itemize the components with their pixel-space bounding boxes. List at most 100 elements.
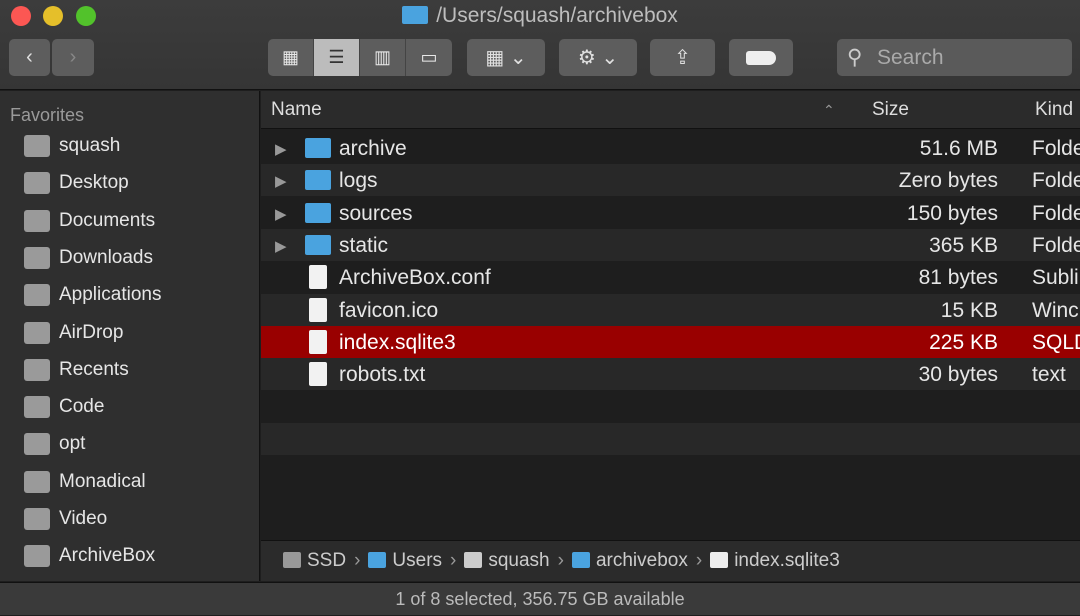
path-segment[interactable]: archivebox [571, 550, 688, 572]
path-segment[interactable]: index.sqlite3 [710, 550, 840, 572]
path-icon [710, 552, 729, 568]
path-icon [368, 552, 387, 568]
location-icon [24, 246, 50, 269]
file-name: sources [339, 201, 413, 225]
file-list: Name ⌃ Size Kind ▶ archive 51.6 MB Folde ▶ lo… [261, 91, 1080, 581]
table-row[interactable]: favicon.ico 15 KB Winc [261, 293, 1080, 326]
file-size: 51.6 MB [919, 137, 998, 160]
location-icon [24, 284, 50, 307]
file-kind: SQLD [1032, 330, 1080, 354]
column-size[interactable]: Size [872, 99, 909, 121]
sidebar-item-label: Desktop [59, 172, 129, 194]
file-kind: Subli [1032, 266, 1079, 290]
folder-icon [24, 545, 50, 568]
file-name: static [339, 233, 389, 257]
column-header: Name ⌃ Size Kind [261, 91, 1080, 129]
search-input[interactable]: ⚲ Search [837, 39, 1072, 76]
file-size: 365 KB [929, 233, 998, 257]
path-segment[interactable]: Users [368, 550, 442, 572]
file-icon [309, 265, 327, 290]
table-row[interactable]: ArchiveBox.conf 81 bytes Subli [261, 261, 1080, 293]
path-segment[interactable]: SSD [283, 550, 346, 572]
folder-icon [24, 470, 50, 493]
column-view-button[interactable]: ▥ [360, 39, 406, 76]
action-button[interactable]: ⚙ ⌄ [559, 39, 637, 76]
folder-icon [305, 170, 331, 191]
status-bar: 1 of 8 selected, 356.75 GB available [0, 582, 1080, 615]
sidebar-item-label: Downloads [59, 246, 153, 268]
sidebar: Favorites squash Desktop Documents Download… [0, 91, 260, 581]
disclosure-triangle-icon[interactable]: ▶ [275, 205, 287, 223]
sidebar-item-archivebox[interactable]: ArchiveBox [24, 541, 155, 571]
tag-button[interactable] [729, 39, 793, 76]
view-switcher: ▦ ☰ ▥ ▭ [268, 39, 452, 76]
sidebar-item-airdrop[interactable]: AirDrop [24, 318, 123, 348]
folder-icon [24, 433, 50, 456]
path-label: squash [488, 550, 550, 571]
location-icon [24, 172, 50, 195]
file-size: 30 bytes [918, 363, 998, 387]
table-row[interactable]: robots.txt 30 bytes text [261, 358, 1080, 391]
folder-icon [24, 396, 50, 419]
share-icon: ⇪ [674, 47, 691, 69]
disclosure-triangle-icon[interactable]: ▶ [275, 172, 287, 190]
file-size: 225 KB [929, 330, 998, 354]
sidebar-item-label: squash [59, 135, 121, 156]
location-icon [24, 209, 50, 232]
disclosure-triangle-icon[interactable]: ▶ [275, 140, 287, 158]
folder-icon [305, 202, 331, 223]
sidebar-item-code[interactable]: Code [24, 392, 104, 422]
disclosure-triangle-icon[interactable]: ▶ [275, 237, 287, 255]
sidebar-item-label: Video [59, 508, 108, 529]
search-placeholder: Search [877, 46, 944, 69]
sidebar-item-downloads[interactable]: Downloads [24, 243, 153, 273]
sidebar-item-label: opt [59, 433, 86, 455]
file-size: 15 KB [940, 298, 998, 322]
sidebar-item-applications[interactable]: Applications [24, 280, 161, 310]
path-icon [571, 552, 590, 568]
sidebar-item-label: AirDrop [59, 321, 124, 343]
table-row[interactable]: ▶ archive 51.6 MB Folde [261, 132, 1080, 164]
sidebar-item-desktop[interactable]: Desktop [24, 168, 129, 198]
search-icon: ⚲ [847, 46, 863, 69]
gallery-view-button[interactable]: ▭ [406, 39, 452, 76]
group-button[interactable]: ▦ ⌄ [467, 39, 545, 76]
file-size: 150 bytes [906, 201, 998, 225]
sidebar-item-documents[interactable]: Documents [24, 206, 155, 236]
sidebar-item-label: Applications [59, 284, 162, 306]
column-name[interactable]: Name [271, 99, 322, 121]
chevron-right-icon: › [695, 550, 703, 571]
icon-view-button[interactable]: ▦ [268, 39, 314, 76]
file-name: favicon.ico [339, 298, 439, 322]
table-row[interactable]: ▶ logs Zero bytes Folde [261, 164, 1080, 197]
column-kind[interactable]: Kind [1035, 99, 1073, 121]
sidebar-item-label: Code [59, 396, 105, 418]
sidebar-item-monadical[interactable]: Monadical [24, 467, 146, 497]
chevron-right-icon: › [354, 550, 361, 571]
table-row[interactable]: ▶ static 365 KB Folde [261, 228, 1080, 261]
table-row[interactable]: ▶ sources 150 bytes Folde [261, 197, 1080, 229]
file-kind: Folde [1032, 201, 1080, 225]
table-row[interactable]: index.sqlite3 225 KB SQLD [261, 325, 1080, 358]
file-kind: Winc [1032, 298, 1079, 322]
path-label: archivebox [595, 550, 688, 571]
file-name: index.sqlite3 [339, 330, 456, 354]
sidebar-item-squash[interactable]: squash [24, 131, 120, 161]
file-kind: Folde [1032, 169, 1080, 193]
file-icon [309, 329, 327, 354]
file-icon [309, 297, 327, 322]
sidebar-item-recents[interactable]: Recents [24, 355, 129, 385]
back-button[interactable]: ‹ [9, 39, 50, 76]
list-view-button[interactable]: ☰ [314, 39, 360, 76]
sidebar-item-video[interactable]: Video [24, 504, 107, 534]
forward-button[interactable]: › [52, 39, 94, 76]
sidebar-item-opt[interactable]: opt [24, 429, 85, 459]
path-segment[interactable]: squash [464, 550, 550, 572]
share-button[interactable]: ⇪ [650, 39, 715, 76]
file-name: ArchiveBox.conf [339, 266, 491, 290]
title-bar: /Users/squash/archivebox ‹ › ▦ ☰ ▥ ▭ ▦ ⌄… [0, 0, 1080, 90]
folder-icon [305, 234, 331, 255]
file-name: robots.txt [339, 363, 426, 387]
sort-ascending-icon: ⌃ [823, 102, 835, 118]
tag-icon [746, 50, 776, 65]
